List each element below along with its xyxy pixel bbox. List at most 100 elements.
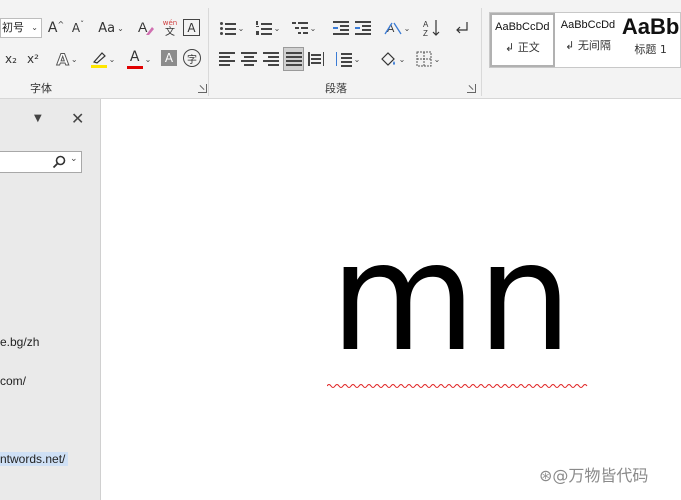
numbering-button[interactable]: ⌄ xyxy=(253,17,283,39)
chevron-down-icon[interactable]: ⌄ xyxy=(70,154,78,164)
paragraph-dialog-launcher-icon[interactable] xyxy=(467,84,476,93)
font-dialog-launcher-icon[interactable] xyxy=(198,84,207,93)
multilevel-list-icon xyxy=(291,21,308,35)
shading-button[interactable]: ⌄ xyxy=(376,48,408,70)
decrease-indent-button[interactable] xyxy=(331,17,351,39)
chevron-down-icon: ⌄ xyxy=(108,54,116,64)
chevron-down-icon: ⌄ xyxy=(309,23,317,33)
borders-button[interactable]: ⌄ xyxy=(412,48,444,70)
paint-bucket-icon xyxy=(380,52,395,66)
document-page[interactable]: mn ⊛@万物皆代码 xyxy=(102,99,681,500)
enclose-characters-button[interactable]: 字 xyxy=(183,49,201,67)
group-separator xyxy=(208,8,209,96)
change-case-label: Aa xyxy=(98,20,116,36)
chevron-down-icon: ⌄ xyxy=(237,23,245,33)
subscript-label: x₂ xyxy=(5,52,17,66)
grow-font-label: A xyxy=(47,20,58,36)
borders-icon xyxy=(416,51,432,67)
text-direction-button[interactable]: A ⌄ xyxy=(381,17,413,39)
phonetic-guide-button[interactable]: wén 文 xyxy=(160,17,180,39)
chevron-down-icon: ⌄ xyxy=(273,23,281,33)
superscript-label: x² xyxy=(27,52,39,66)
distributed-button[interactable] xyxy=(306,48,326,70)
character-border-label: A xyxy=(187,20,196,35)
nav-heading-link[interactable]: e.bg/zh xyxy=(0,335,39,349)
line-spacing-button[interactable]: ⌄ xyxy=(333,48,363,70)
character-shading-label: A xyxy=(164,51,174,65)
justify-icon xyxy=(285,52,302,66)
bullets-icon xyxy=(219,21,236,35)
chevron-down-icon[interactable]: ▼ xyxy=(34,113,42,124)
search-input[interactable]: ⌄ xyxy=(0,151,82,173)
superscript-button[interactable]: x² xyxy=(24,48,42,70)
style-sample: AaBbCcDd xyxy=(495,21,550,33)
subscript-button[interactable]: x₂ xyxy=(2,48,20,70)
sort-button[interactable]: A Z xyxy=(421,17,443,39)
highlight-button[interactable]: ⌄ xyxy=(88,48,118,70)
ribbon: 初号 ⌄ A ^ Aˇ Aa ⌄ A wén 文 A x₂ x² A ⌄ ⌄ A… xyxy=(0,0,681,99)
align-center-button[interactable] xyxy=(239,48,259,70)
show-formatting-marks-button[interactable] xyxy=(451,17,473,39)
phonetic-bottom: 文 xyxy=(165,27,175,38)
group-separator xyxy=(481,8,482,96)
character-shading-button[interactable]: A xyxy=(161,50,177,66)
align-right-button[interactable] xyxy=(261,48,281,70)
clear-formatting-button[interactable]: A xyxy=(136,17,156,39)
clear-formatting-icon: A xyxy=(138,19,154,35)
shrink-font-button[interactable]: Aˇ xyxy=(69,17,87,39)
enclose-characters-label: 字 xyxy=(187,54,197,66)
style-name: ↲ 无间隔 xyxy=(565,39,611,52)
text-direction-icon: A xyxy=(384,22,402,35)
caret-down-icon: ˇ xyxy=(80,19,85,29)
text-effects-label: A xyxy=(56,49,69,69)
nav-heading-link[interactable]: com/ xyxy=(0,374,26,388)
close-icon[interactable]: ✕ xyxy=(71,109,84,128)
style-normal[interactable]: AaBbCcDd ↲ 正文 xyxy=(490,13,555,67)
chevron-down-icon: ⌄ xyxy=(398,54,406,64)
style-sample: AaBb xyxy=(621,14,680,39)
style-no-spacing[interactable]: AaBbCcDd ↲ 无间隔 xyxy=(555,13,622,67)
change-case-button[interactable]: Aa ⌄ xyxy=(95,17,127,39)
style-name: 标题 1 xyxy=(634,43,667,56)
font-color-icon: A xyxy=(126,49,143,69)
nav-heading-link-selected[interactable]: ntwords.net/ xyxy=(0,452,69,466)
styles-gallery: AaBbCcDd ↲ 正文 AaBbCcDd ↲ 无间隔 AaBb 标题 1 xyxy=(489,12,681,68)
chevron-down-icon: ⌄ xyxy=(117,23,124,33)
character-border-button[interactable]: A xyxy=(183,19,200,36)
style-heading-1[interactable]: AaBb 标题 1 xyxy=(621,13,680,67)
chevron-down-icon: ⌄ xyxy=(353,54,361,64)
increase-indent-icon xyxy=(355,21,371,35)
paragraph-group-label: 段落 xyxy=(325,82,347,95)
grow-font-button[interactable]: A ^ xyxy=(47,17,65,39)
sort-icon: A Z xyxy=(423,20,440,37)
navigation-pane: ▼ ✕ ⌄ e.bg/zh com/ ntwords.net/ xyxy=(0,99,101,500)
align-right-icon xyxy=(263,52,279,66)
highlight-color-bar xyxy=(90,65,107,68)
align-left-button[interactable] xyxy=(217,48,237,70)
text-effects-button[interactable]: A ⌄ xyxy=(52,48,82,70)
font-size-select[interactable]: 初号 ⌄ xyxy=(0,18,42,38)
style-name: ↲ 正文 xyxy=(504,41,540,54)
font-color-bar xyxy=(126,66,143,69)
svg-text:Z: Z xyxy=(423,29,428,37)
font-color-button[interactable]: A ⌄ xyxy=(124,48,154,70)
svg-text:A: A xyxy=(138,19,148,35)
chevron-down-icon: ⌄ xyxy=(433,54,441,64)
highlighter-icon xyxy=(90,50,107,68)
chevron-down-icon: ⌄ xyxy=(31,23,38,32)
watermark: ⊛@万物皆代码 xyxy=(539,466,649,485)
align-left-icon xyxy=(219,52,235,66)
chevron-down-icon: ⌄ xyxy=(144,54,152,64)
numbering-icon xyxy=(255,21,272,35)
distributed-icon xyxy=(308,52,324,66)
font-size-value: 初号 xyxy=(2,21,24,34)
multilevel-list-button[interactable]: ⌄ xyxy=(289,17,319,39)
paragraph-mark-icon xyxy=(456,22,468,34)
caret-up-icon: ^ xyxy=(57,19,65,29)
search-icon[interactable] xyxy=(52,155,66,169)
decrease-indent-icon xyxy=(333,21,349,35)
bullets-button[interactable]: ⌄ xyxy=(217,17,247,39)
increase-indent-button[interactable] xyxy=(353,17,373,39)
justify-button[interactable] xyxy=(283,47,304,71)
document-text[interactable]: mn xyxy=(330,223,573,373)
